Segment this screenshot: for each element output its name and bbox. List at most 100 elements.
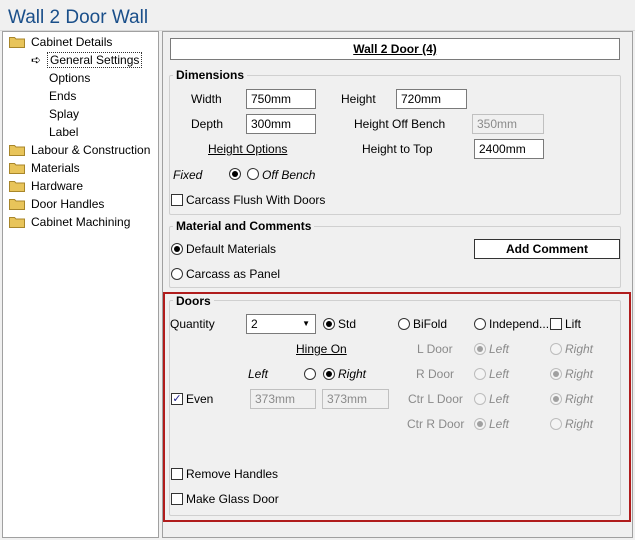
navigation-tree[interactable]: Cabinet Details ➪ General Settings Optio… — [2, 31, 159, 538]
tree-label: Ends — [49, 89, 77, 103]
fixed-label: Fixed — [173, 168, 203, 182]
ctr-l-door-right-radio[interactable] — [550, 393, 562, 405]
folder-icon — [9, 145, 25, 156]
hinge-right-label: Right — [338, 367, 367, 381]
doors-group — [169, 300, 621, 516]
tree-item-ends[interactable]: Ends — [47, 87, 78, 105]
r-door-right-radio[interactable] — [550, 368, 562, 380]
std-label: Std — [338, 317, 357, 331]
ctr-l-door-left-label: Left — [489, 392, 510, 406]
tree-item-cabinet-machining[interactable]: Cabinet Machining — [9, 213, 132, 231]
quantity-label: Quantity — [170, 317, 215, 331]
folder-icon — [9, 199, 25, 210]
height-to-top-input[interactable]: 2400mm — [474, 139, 544, 159]
folder-icon — [9, 181, 25, 192]
depth-label: Depth — [191, 117, 224, 131]
tree-label: General Settings — [47, 52, 143, 68]
tree-label: Materials — [31, 161, 80, 175]
ctr-l-door-label: Ctr L Door — [408, 392, 463, 406]
height-input[interactable]: 720mm — [396, 89, 467, 109]
even-label: Even — [186, 392, 214, 406]
tree-item-labour-construction[interactable]: Labour & Construction — [9, 141, 152, 159]
window-title: Wall 2 Door Wall — [8, 7, 149, 28]
tree-label: Cabinet Details — [31, 35, 113, 49]
carcass-flush-checkbox[interactable] — [171, 194, 183, 206]
tree-label: Splay — [49, 107, 80, 121]
ctr-l-door-right-label: Right — [565, 392, 594, 406]
even-left-input[interactable]: 373mm — [250, 389, 316, 409]
quantity-select[interactable]: 2 ▼ — [246, 314, 316, 334]
carcass-panel-label: Carcass as Panel — [186, 267, 281, 281]
hinge-left-label: Left — [248, 367, 269, 381]
ctr-r-door-right-label: Right — [565, 417, 594, 431]
height-off-bench-input[interactable]: 350mm — [472, 114, 544, 134]
l-door-label: L Door — [417, 342, 453, 356]
height-options-link[interactable]: Height Options — [208, 142, 287, 156]
ctr-r-door-left-radio[interactable] — [474, 418, 486, 430]
even-right-input[interactable]: 373mm — [322, 389, 389, 409]
add-comment-button[interactable]: Add Comment — [474, 239, 620, 259]
off-bench-label: Off Bench — [262, 168, 316, 182]
l-door-right-label: Right — [565, 342, 594, 356]
tree-label: Door Handles — [31, 197, 105, 211]
folder-icon — [9, 37, 25, 48]
tree-label: Labour & Construction — [31, 143, 151, 157]
ctr-l-door-left-radio[interactable] — [474, 393, 486, 405]
hinge-left-radio[interactable] — [304, 368, 316, 380]
tree-label: Options — [49, 71, 91, 85]
ctr-r-door-left-label: Left — [489, 417, 510, 431]
tree-item-materials[interactable]: Materials — [9, 159, 82, 177]
width-label: Width — [191, 92, 222, 106]
independent-label: Independ... — [489, 317, 550, 331]
height-off-bench-label: Height Off Bench — [354, 117, 446, 131]
remove-handles-checkbox[interactable] — [171, 468, 183, 480]
material-comments-title: Material and Comments — [173, 219, 315, 233]
carcass-panel-radio[interactable] — [171, 268, 183, 280]
l-door-left-radio[interactable] — [474, 343, 486, 355]
l-door-right-radio[interactable] — [550, 343, 562, 355]
ctr-r-door-label: Ctr R Door — [407, 417, 465, 431]
bifold-label: BiFold — [413, 317, 448, 331]
tree-item-door-handles[interactable]: Door Handles — [9, 195, 106, 213]
tree-label: Label — [49, 125, 79, 139]
carcass-flush-label: Carcass Flush With Doors — [186, 193, 326, 207]
ctr-r-door-right-radio[interactable] — [550, 418, 562, 430]
cabinet-name-header[interactable]: Wall 2 Door (4) — [170, 38, 620, 60]
depth-input[interactable]: 300mm — [246, 114, 316, 134]
height-to-top-label: Height to Top — [362, 142, 433, 156]
tree-item-general-settings[interactable]: ➪ General Settings — [31, 51, 143, 69]
quantity-value: 2 — [251, 317, 258, 331]
fixed-radio[interactable] — [229, 168, 241, 180]
height-label: Height — [341, 92, 376, 106]
tree-item-label[interactable]: Label — [47, 123, 80, 141]
folder-icon — [9, 163, 25, 174]
r-door-right-label: Right — [565, 367, 594, 381]
width-input[interactable]: 750mm — [246, 89, 316, 109]
remove-handles-label: Remove Handles — [186, 467, 279, 481]
doors-title: Doors — [173, 294, 214, 308]
r-door-left-label: Left — [489, 367, 510, 381]
hinge-right-radio[interactable] — [323, 368, 335, 380]
make-glass-door-label: Make Glass Door — [186, 492, 279, 506]
tree-item-cabinet-details[interactable]: Cabinet Details — [9, 33, 114, 51]
lift-label: Lift — [565, 317, 582, 331]
default-materials-radio[interactable] — [171, 243, 183, 255]
independent-radio[interactable] — [474, 318, 486, 330]
arrow-right-icon: ➪ — [31, 53, 42, 67]
std-radio[interactable] — [323, 318, 335, 330]
tree-item-hardware[interactable]: Hardware — [9, 177, 85, 195]
default-materials-label: Default Materials — [186, 242, 277, 256]
tree-item-splay[interactable]: Splay — [47, 105, 81, 123]
bifold-radio[interactable] — [398, 318, 410, 330]
even-checkbox[interactable]: ✓ — [171, 393, 183, 405]
tree-item-options[interactable]: Options — [47, 69, 92, 87]
tree-label: Cabinet Machining — [31, 215, 131, 229]
l-door-left-label: Left — [489, 342, 510, 356]
hinge-on-label: Hinge On — [296, 342, 347, 356]
r-door-left-radio[interactable] — [474, 368, 486, 380]
folder-icon — [9, 217, 25, 228]
make-glass-door-checkbox[interactable] — [171, 493, 183, 505]
tree-label: Hardware — [31, 179, 84, 193]
off-bench-radio[interactable] — [247, 168, 259, 180]
lift-checkbox[interactable] — [550, 318, 562, 330]
